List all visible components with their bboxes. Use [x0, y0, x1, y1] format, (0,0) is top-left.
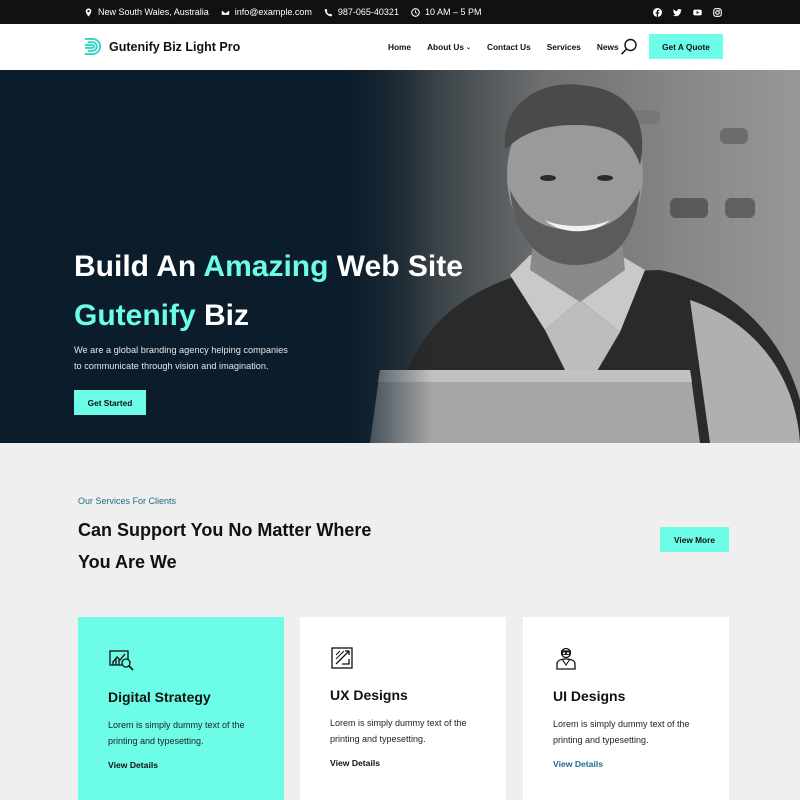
phone-icon	[324, 8, 333, 16]
strategy-icon	[109, 650, 134, 671]
hero-title-highlight: Gutenify	[74, 299, 196, 332]
clock-icon	[411, 7, 420, 17]
location-text: New South Wales, Australia	[98, 7, 209, 17]
service-card-title: UX Designs	[330, 687, 408, 703]
contact-info: New South Wales, Australia info@example.…	[84, 0, 483, 24]
nav-services[interactable]: Services	[547, 42, 581, 52]
services-tagline: Our Services For Clients	[78, 496, 177, 506]
designer-icon	[556, 647, 576, 670]
hero-title-line-1: Build An Amazing Web Site	[74, 242, 463, 291]
location-info: New South Wales, Australia	[84, 7, 209, 17]
hero-description: We are a global branding agency helping …	[74, 342, 304, 374]
phone-text[interactable]: 987-065-40321	[338, 7, 399, 17]
hero-title-line-2: Gutenify Biz	[74, 291, 463, 340]
service-card-title: Digital Strategy	[108, 689, 211, 705]
phone-info[interactable]: 987-065-40321	[324, 7, 399, 17]
hero-description-line: We are a global branding agency helping …	[74, 345, 288, 355]
search-icon[interactable]	[620, 38, 638, 56]
social-links	[653, 0, 722, 24]
location-pin-icon	[85, 7, 92, 17]
hero-title-text: Build An	[74, 250, 204, 283]
hours-info: 10 AM – 5 PM	[411, 7, 482, 17]
service-card-text: Lorem is simply dummy text of the printi…	[553, 719, 690, 745]
hero-title-text: Biz	[195, 299, 250, 332]
nav-about-us[interactable]: About Us ⌄	[427, 42, 471, 52]
view-details-link[interactable]: View Details	[330, 758, 380, 768]
nav-about-us-label: About Us	[427, 42, 464, 52]
chevron-down-icon: ⌄	[465, 44, 471, 51]
hero-title: Build An Amazing Web Site Gutenify Biz	[74, 242, 463, 340]
design-icon	[331, 647, 353, 669]
hero-title-text: Web Site	[328, 250, 463, 283]
site-logo[interactable]: Gutenify Biz Light Pro	[83, 37, 240, 56]
service-card-digital-strategy[interactable]: Digital Strategy Lorem is simply dummy t…	[78, 617, 284, 800]
view-details-link[interactable]: View Details	[108, 760, 158, 770]
top-info-bar: New South Wales, Australia info@example.…	[0, 0, 800, 24]
hero-description-line: to communicate through vision and imagin…	[74, 361, 269, 371]
email-info[interactable]: info@example.com	[220, 7, 312, 17]
site-header: Gutenify Biz Light Pro Home About Us ⌄ Co…	[0, 24, 800, 70]
main-navigation: Home About Us ⌄ Contact Us Services News	[388, 24, 635, 70]
view-more-button[interactable]: View More	[660, 527, 729, 552]
service-card-ui-designs[interactable]: UI Designs Lorem is simply dummy text of…	[523, 617, 729, 800]
nav-news[interactable]: News	[597, 42, 619, 52]
hero-slider: Build An Amazing Web Site Gutenify Biz W…	[0, 70, 800, 443]
service-card-ux-designs[interactable]: UX Designs Lorem is simply dummy text of…	[300, 617, 506, 800]
service-card-text: Lorem is simply dummy text of the printi…	[108, 720, 245, 746]
nav-home[interactable]: Home	[388, 42, 411, 52]
logo-icon	[84, 37, 101, 56]
email-text[interactable]: info@example.com	[235, 7, 312, 17]
services-heading: Can Support You No Matter Where You Are …	[78, 520, 372, 572]
service-card-title: UI Designs	[553, 688, 626, 704]
nav-contact-us[interactable]: Contact Us	[487, 42, 531, 52]
brand-name: Gutenify Biz Light Pro	[109, 39, 241, 54]
hours-text: 10 AM – 5 PM	[424, 7, 482, 17]
get-a-quote-button[interactable]: Get A Quote	[649, 34, 723, 59]
instagram-icon[interactable]	[713, 7, 722, 17]
youtube-icon[interactable]	[693, 8, 702, 17]
view-details-link[interactable]: View Details	[553, 759, 603, 769]
hero-title-highlight: Amazing	[203, 250, 329, 283]
service-card-text: Lorem is simply dummy text of the printi…	[330, 718, 467, 744]
twitter-icon[interactable]	[673, 8, 682, 17]
get-started-button[interactable]: Get Started	[74, 390, 146, 415]
envelope-icon	[220, 8, 230, 16]
facebook-icon[interactable]	[653, 7, 662, 17]
